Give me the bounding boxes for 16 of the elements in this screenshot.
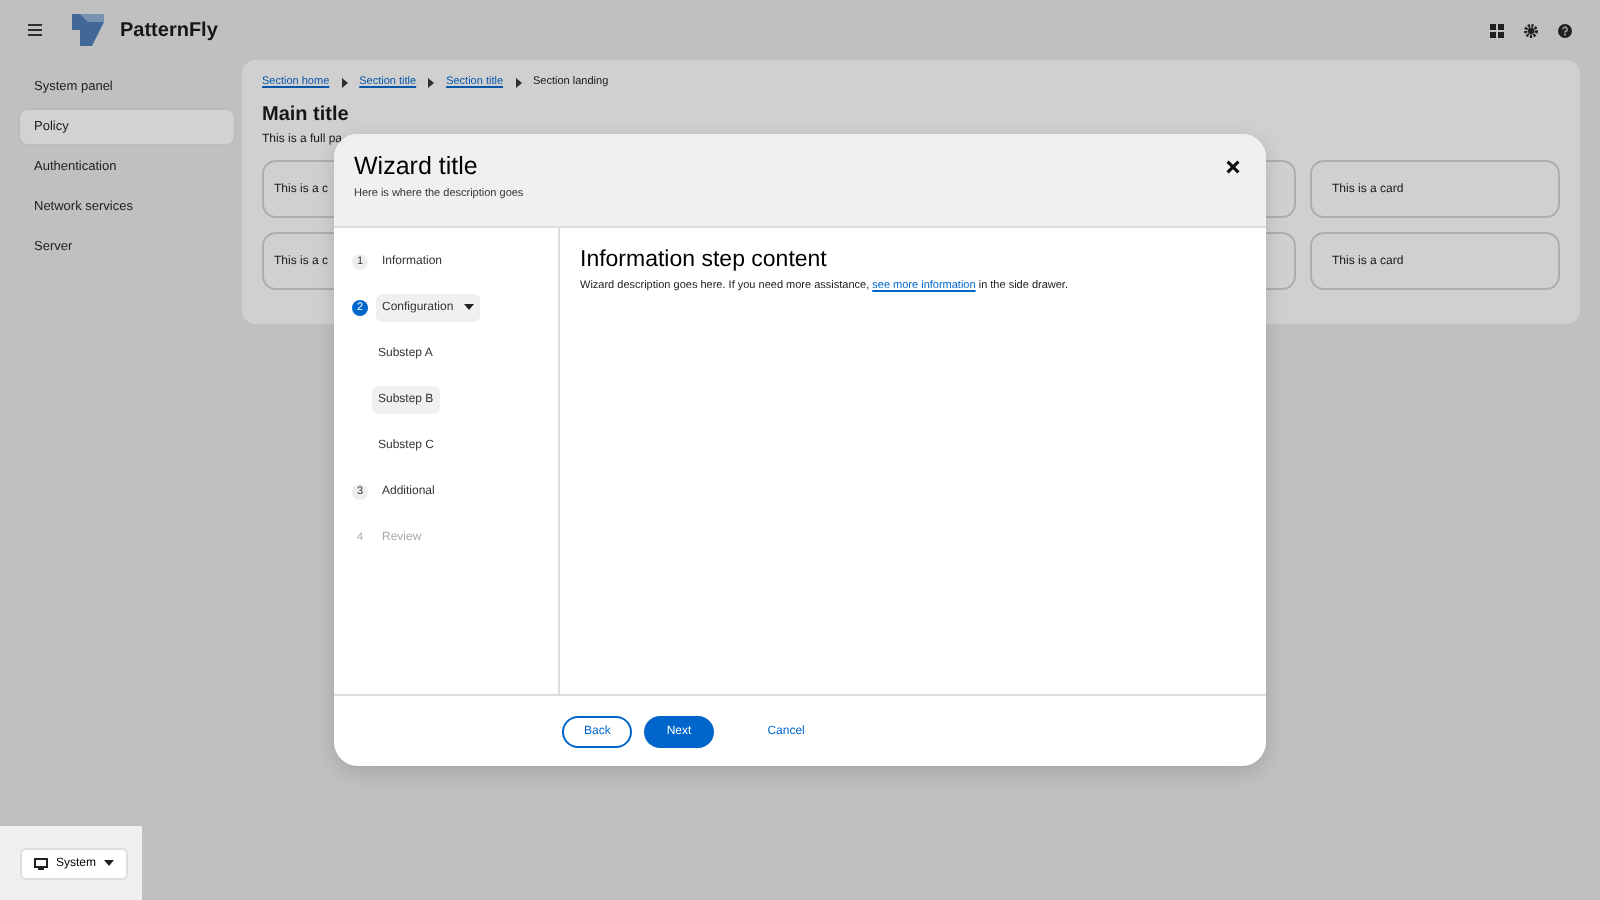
close-icon[interactable]	[1226, 160, 1240, 174]
brand-name: PatternFly	[120, 19, 218, 41]
help-icon[interactable]	[1558, 23, 1572, 37]
content-title: Information step content	[580, 248, 829, 272]
wizard-title: Wizard title	[354, 152, 480, 180]
chevron-icon	[515, 77, 522, 87]
chevron-icon	[341, 77, 348, 87]
menu-icon[interactable]	[28, 24, 42, 36]
grid-icon[interactable]	[1490, 23, 1504, 37]
caret-icon	[463, 304, 474, 310]
chevron-icon	[428, 77, 435, 87]
page-title: Main title	[262, 104, 351, 126]
caret-icon	[104, 860, 115, 866]
monitor-icon	[34, 857, 48, 869]
settings-icon[interactable]	[1524, 23, 1538, 37]
logo-icon	[72, 14, 104, 46]
